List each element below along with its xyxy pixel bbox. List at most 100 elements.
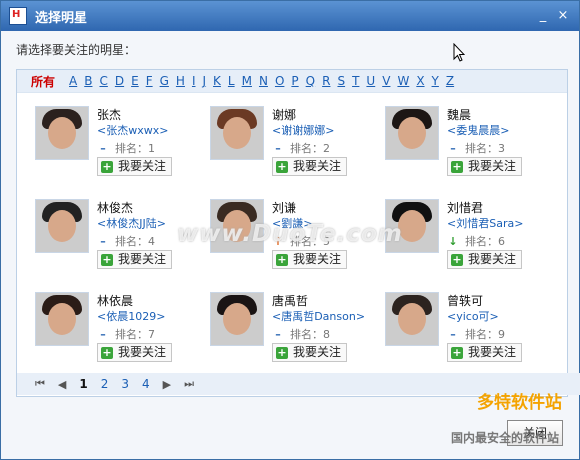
star-name[interactable]: 魏晨 (447, 106, 471, 123)
star-name[interactable]: 刘谦 (272, 199, 296, 216)
letter-filter-r[interactable]: R (322, 74, 330, 88)
letter-filter-n[interactable]: N (259, 74, 268, 88)
plus-icon: + (451, 159, 463, 173)
plus-icon: + (276, 345, 288, 359)
letter-filter-d[interactable]: D (115, 74, 124, 88)
page-4[interactable]: 4 (142, 377, 150, 391)
star-alias[interactable]: <张杰wxwx> (97, 122, 168, 138)
star-name[interactable]: 张杰 (97, 106, 121, 123)
rank-text: 排名：9 (465, 328, 505, 341)
rank-text: 排名：2 (290, 142, 330, 155)
close-window-button[interactable]: × (555, 8, 571, 24)
mouse-cursor-icon (453, 43, 465, 62)
letter-filter-w[interactable]: W (397, 74, 409, 88)
star-alias[interactable]: <刘惜君Sara> (447, 215, 523, 231)
letter-filter-x[interactable]: X (416, 74, 424, 88)
trend-flat-icon: – (100, 327, 106, 341)
star-card: 林依晨 <依晨1029> – 排名：7 + 我要关注 (27, 280, 197, 365)
follow-label: 我要关注 (293, 252, 342, 266)
star-name[interactable]: 曾轶可 (447, 292, 483, 309)
rank-text: 排名：3 (465, 142, 505, 155)
page-3[interactable]: 3 (121, 377, 129, 391)
star-rank: – 排名：1 (97, 140, 155, 156)
star-name[interactable]: 谢娜 (272, 106, 296, 123)
star-rank: – 排名：9 (447, 326, 505, 342)
follow-button[interactable]: + 我要关注 (447, 250, 523, 269)
star-rank: – 排名：7 (97, 326, 155, 342)
avatar-face (223, 303, 251, 335)
first-page-button[interactable]: ⏮ (35, 377, 45, 391)
watermark-slogan: 国内最安全的软件站 (451, 431, 560, 445)
letter-filter-e[interactable]: E (131, 74, 139, 88)
star-name[interactable]: 林俊杰 (97, 199, 133, 216)
star-card: 林俊杰 <林俊杰JJ陆> – 排名：4 + 我要关注 (27, 187, 197, 272)
watermark-logo: 多特软件站 (477, 393, 562, 413)
follow-button[interactable]: + 我要关注 (447, 157, 523, 176)
letter-filter-f[interactable]: F (146, 74, 153, 88)
dialog-window: H 选择明星 _ × 请选择要关注的明星： 所有 A B C D E F G H I J K L M N O P… (0, 0, 580, 460)
follow-button[interactable]: + 我要关注 (272, 343, 348, 362)
next-page-button[interactable]: ▶ (163, 378, 171, 391)
plus-icon: + (451, 252, 463, 266)
plus-icon: + (276, 252, 288, 266)
star-alias[interactable]: <唐禹哲Danson> (272, 308, 365, 324)
letter-filter-all[interactable]: 所有 (31, 73, 55, 90)
letter-filter-t[interactable]: T (352, 74, 359, 88)
follow-button[interactable]: + 我要关注 (272, 250, 348, 269)
star-name[interactable]: 唐禹哲 (272, 292, 308, 309)
follow-button[interactable]: + 我要关注 (447, 343, 523, 362)
avatar-face (48, 303, 76, 335)
letter-filter-i[interactable]: I (192, 74, 196, 88)
rank-text: 排名：4 (115, 235, 155, 248)
letter-filter-c[interactable]: C (99, 74, 107, 88)
letter-filter-h[interactable]: H (176, 74, 185, 88)
minimize-button[interactable]: _ (535, 8, 551, 24)
star-alias[interactable]: <yico可> (447, 308, 499, 324)
follow-label: 我要关注 (468, 345, 517, 359)
star-name[interactable]: 林依晨 (97, 292, 133, 309)
star-alias[interactable]: <谢谢娜娜> (272, 122, 334, 138)
letter-filter-m[interactable]: M (242, 74, 252, 88)
follow-label: 我要关注 (293, 159, 342, 173)
follow-button[interactable]: + 我要关注 (97, 250, 173, 269)
star-alias[interactable]: <委鬼晨晨> (447, 122, 509, 138)
letter-filter-z[interactable]: Z (446, 74, 454, 88)
star-avatar (385, 106, 439, 160)
letter-filter-k[interactable]: K (213, 74, 221, 88)
letter-filter-p[interactable]: P (291, 74, 298, 88)
title-bar: H 选择明星 _ × (1, 1, 579, 31)
letter-filter-l[interactable]: L (228, 74, 235, 88)
prompt-text: 请选择要关注的明星： (16, 43, 137, 57)
page-2[interactable]: 2 (101, 377, 109, 391)
letter-filter-q[interactable]: Q (306, 74, 315, 88)
follow-button[interactable]: + 我要关注 (97, 157, 173, 176)
letter-filter-g[interactable]: G (160, 74, 169, 88)
star-alias[interactable]: <依晨1029> (97, 308, 165, 324)
prev-page-button[interactable]: ◀ (58, 378, 66, 391)
follow-button[interactable]: + 我要关注 (272, 157, 348, 176)
letter-filter-v[interactable]: V (382, 74, 390, 88)
trend-flat-icon: – (275, 141, 281, 155)
follow-button[interactable]: + 我要关注 (97, 343, 173, 362)
letter-filter-a[interactable]: A (69, 74, 77, 88)
letter-filter-y[interactable]: Y (432, 74, 439, 88)
plus-icon: + (101, 345, 113, 359)
page-1[interactable]: 1 (79, 377, 87, 391)
star-name[interactable]: 刘惜君 (447, 199, 483, 216)
letter-filter-u[interactable]: U (366, 74, 375, 88)
star-card: 谢娜 <谢谢娜娜> – 排名：2 + 我要关注 (202, 94, 372, 179)
rank-text: 排名：7 (115, 328, 155, 341)
star-card: 张杰 <张杰wxwx> – 排名：1 + 我要关注 (27, 94, 197, 179)
plus-icon: + (451, 345, 463, 359)
letter-filter-o[interactable]: O (275, 74, 284, 88)
letter-filter-j[interactable]: J (203, 74, 207, 88)
last-page-button[interactable]: ⏭ (184, 377, 194, 391)
star-alias[interactable]: <林俊杰JJ陆> (97, 215, 166, 231)
star-rank: – 排名：2 (272, 140, 330, 156)
letter-filter-b[interactable]: B (84, 74, 92, 88)
plus-icon: + (101, 159, 113, 173)
star-avatar (35, 292, 89, 346)
star-avatar (35, 199, 89, 253)
letter-filter-s[interactable]: S (337, 74, 345, 88)
star-rank: – 排名：8 (272, 326, 330, 342)
